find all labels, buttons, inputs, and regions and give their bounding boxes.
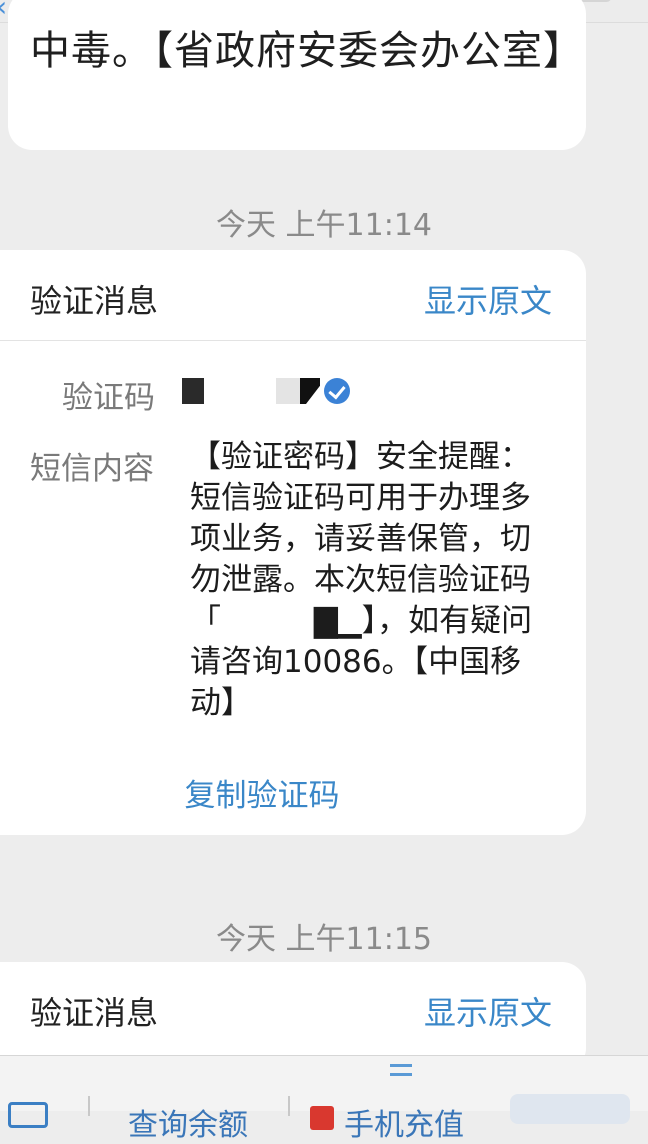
copy-code-button[interactable]: 复制验证码	[0, 770, 586, 815]
verification-code-redacted	[182, 376, 352, 408]
message-bubble[interactable]: 中毒。【省政府安委会办公室】	[8, 0, 586, 150]
sms-content: 【验证密码】安全提醒：短信验证码可用于办理多项业务，请妥善保管，切勿泄露。本次短…	[190, 439, 533, 721]
timestamp: 今天 上午11:14	[216, 208, 432, 243]
recharge-button[interactable]: 手机充值	[344, 1100, 464, 1144]
check-balance-button[interactable]: 查询余额	[128, 1100, 248, 1144]
code-label: 验证码	[62, 380, 155, 416]
card-header: 验证消息 显示原文	[0, 250, 586, 341]
keyboard-icon[interactable]	[8, 1102, 48, 1128]
message-text: 中毒。【省政府安委会办公室】	[30, 28, 584, 74]
divider	[288, 1096, 290, 1116]
menu-handle-icon[interactable]	[390, 1064, 412, 1076]
divider	[88, 1096, 90, 1116]
redaction-block	[182, 378, 204, 404]
show-original-link[interactable]: 显示原文	[424, 988, 552, 1034]
redaction-block	[300, 378, 320, 404]
card-title: 验证消息	[30, 994, 159, 1032]
show-original-link[interactable]: 显示原文	[424, 276, 552, 322]
verified-check-icon	[324, 378, 350, 404]
card-header: 验证消息 显示原文	[0, 962, 586, 1052]
card-title: 验证消息	[30, 282, 159, 320]
content-label: 短信内容	[30, 451, 154, 487]
menu-item-blurred[interactable]	[510, 1094, 630, 1124]
redaction-block	[276, 378, 300, 404]
bottom-toolbar: 查询余额 手机充值	[0, 1055, 648, 1143]
timestamp: 今天 上午11:15	[216, 922, 432, 957]
